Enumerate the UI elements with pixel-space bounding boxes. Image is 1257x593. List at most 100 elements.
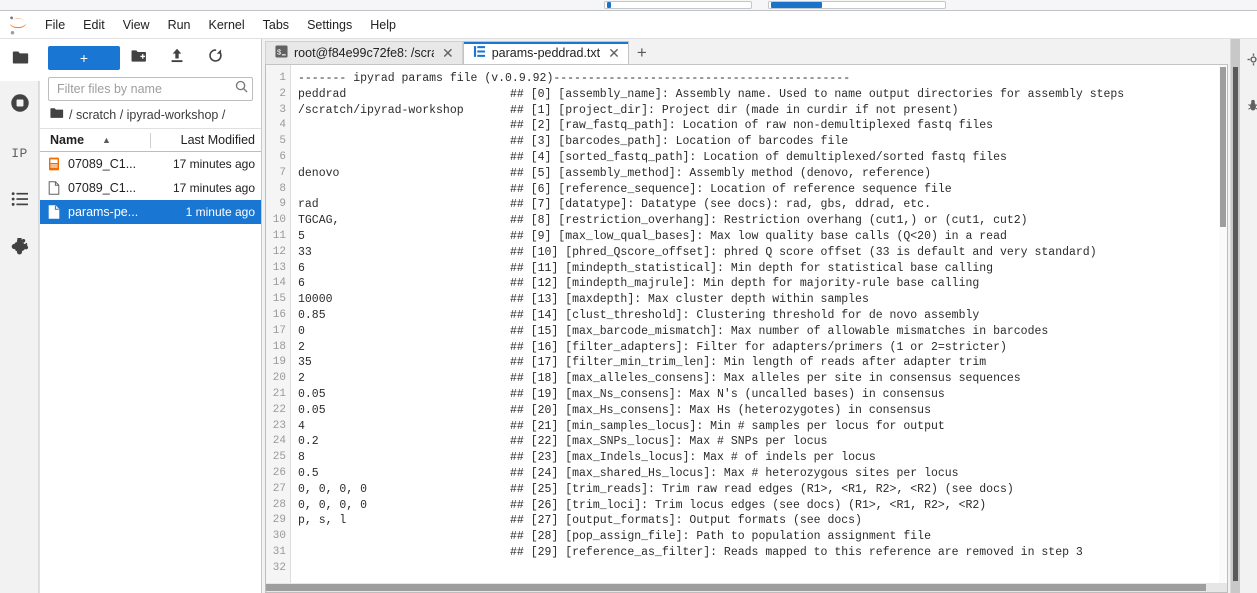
code-line[interactable]: ## [3] [barcodes_path]: Location of barc… [298,134,1227,150]
param-value: 0.05 [298,403,326,417]
param-comment: ## [7] [datatype]: Datatype (see docs): … [510,198,931,212]
file-name: 07089_C1... [68,157,137,171]
menu-kernel[interactable]: Kernel [200,13,254,37]
code-line[interactable]: p, s, l ## [27] [output_formats]: Output … [298,513,1227,529]
tab-text-editor[interactable]: params-peddrad.txt ✕ [462,41,629,64]
code-line[interactable]: TGCAG, ## [8] [restriction_overhang]: Res… [298,213,1227,229]
code-line[interactable]: 8 ## [23] [max_Indels_locus]: Max # of in… [298,450,1227,466]
param-value: 0.2 [298,435,319,449]
svg-text:$: $ [277,49,282,57]
param-value: 4 [298,419,305,433]
sidebar-item-extension-manager[interactable] [0,225,39,273]
search-input[interactable] [55,81,246,97]
code-line[interactable]: peddrad ## [0] [assembly_name]: Assembly … [298,87,1227,103]
param-comment: ## [8] [restriction_overhang]: Restricti… [510,214,1028,228]
menu-help[interactable]: Help [361,13,405,37]
menu-run[interactable]: Run [159,13,200,37]
param-comment: ## [0] [assembly_name]: Assembly name. U… [510,87,1125,101]
param-value: 0.5 [298,466,319,480]
param-comment: ## [11] [mindepth_statistical]: Min dept… [510,261,994,275]
editor-horizontal-scrollbar[interactable] [266,583,1227,592]
code-line[interactable]: ## [4] [sorted_fastq_path]: Location of … [298,150,1227,166]
list-item-selected[interactable]: params-pe... 1 minute ago [40,200,261,224]
line-number: 5 [279,135,286,148]
code-line[interactable]: 4 ## [21] [min_samples_locus]: Min # samp… [298,419,1227,435]
close-icon[interactable]: ✕ [606,46,622,60]
column-header-last-modified[interactable]: Last Modified [157,133,255,147]
line-number: 28 [272,498,286,511]
code-line[interactable]: ## [29] [reference_as_filter]: Reads map… [298,545,1227,561]
param-comment: ## [19] [max_Ns_consens]: Max N's (uncal… [510,387,945,401]
breadcrumb[interactable]: / scratch / ipyrad-workshop / [40,101,261,129]
upload-button[interactable] [158,45,196,71]
sidebar-item-table-of-contents[interactable] [0,177,39,225]
code-line[interactable]: 10000 ## [13] [maxdepth]: Max cluster dep… [298,292,1227,308]
new-tab-button[interactable]: + [629,41,655,64]
tab-terminal[interactable]: $ root@f84e99c72fe8: /scratch ✕ [265,41,463,64]
code-line[interactable]: 6 ## [11] [mindepth_statistical]: Min dep… [298,261,1227,277]
code-line[interactable]: 0.05 ## [19] [max_Ns_consens]: Max N's (u… [298,387,1227,403]
list-item[interactable]: 07089_C1... 17 minutes ago [40,152,261,176]
line-number: 12 [272,245,286,258]
sidebar-item-ipyrad[interactable]: IP [0,129,39,177]
list-item[interactable]: 07089_C1... 17 minutes ago [40,176,261,200]
sidebar-item-file-browser[interactable] [0,39,40,81]
code-line[interactable]: /scratch/ipyrad-workshop ## [1] [project_… [298,103,1227,119]
browser-widget-2-fill [771,2,822,8]
editor-content[interactable]: ------- ipyrad params file (v.0.9.92)---… [291,65,1227,592]
sort-ascending-icon: ▲ [102,135,111,145]
code-line[interactable]: ------- ipyrad params file (v.0.9.92)---… [298,71,1227,87]
param-comment: ## [26] [trim_loci]: Trim locus edges (s… [510,498,987,512]
sidebar-item-debugger[interactable] [1240,85,1257,131]
new-folder-button[interactable] [120,45,158,71]
code-line[interactable]: 2 ## [16] [filter_adapters]: Filter for a… [298,340,1227,356]
param-comment: ## [1] [project_dir]: Project dir (made … [510,103,959,117]
code-line[interactable]: ## [2] [raw_fastq_path]: Location of raw… [298,118,1227,134]
line-number: 11 [272,229,286,242]
code-line[interactable]: denovo ## [5] [assembly_method]: Assembly… [298,166,1227,182]
code-line[interactable]: 0, 0, 0, 0 ## [26] [trim_loci]: Trim locu… [298,498,1227,514]
file-filter-box[interactable] [48,77,253,101]
scrollbar-thumb[interactable] [1220,67,1226,227]
code-line[interactable]: 0 ## [15] [max_barcode_mismatch]: Max num… [298,324,1227,340]
text-editor[interactable]: 1 2 3 4 5 6 7 8 9 10 11 12 13 14 15 16 17 18 19 20 21 22 23 24 2… [265,64,1228,593]
menu-settings[interactable]: Settings [298,13,361,37]
code-line[interactable]: 6 ## [12] [mindepth_majrule]: Min depth f… [298,276,1227,292]
code-line[interactable]: 0.5 ## [24] [max_shared_Hs_locus]: Max # … [298,466,1227,482]
code-line[interactable]: rad ## [7] [datatype]: Datatype (see docs… [298,197,1227,213]
editor-vertical-scrollbar[interactable] [1219,65,1227,592]
line-number: 22 [272,403,286,416]
line-number: 16 [272,308,286,321]
menu-edit[interactable]: Edit [74,13,114,37]
close-icon[interactable]: ✕ [440,46,456,60]
code-line[interactable]: 0, 0, 0, 0 ## [25] [trim_reads]: Trim raw… [298,482,1227,498]
left-activity-bar: IP [0,39,40,593]
browser-widget-1 [604,1,752,9]
code-line[interactable]: 33 ## [10] [phred_Qscore_offset]: phred Q… [298,245,1227,261]
param-comment: ## [9] [max_low_qual_bases]: Max low qua… [510,229,1007,243]
code-line[interactable] [298,561,1227,577]
code-line[interactable]: 35 ## [17] [filter_min_trim_len]: Min len… [298,355,1227,371]
code-line[interactable]: 5 ## [9] [max_low_qual_bases]: Max low qu… [298,229,1227,245]
sidebar-item-running-terminals[interactable] [0,81,39,129]
new-launcher-button[interactable]: + [48,46,120,70]
scrollbar-thumb[interactable] [266,584,1206,591]
code-line[interactable]: ## [6] [reference_sequence]: Location of… [298,182,1227,198]
param-comment: ## [5] [assembly_method]: Assembly metho… [510,166,931,180]
sidebar-item-property-inspector[interactable] [1240,39,1257,85]
code-line[interactable]: 0.85 ## [14] [clust_threshold]: Clusterin… [298,308,1227,324]
menu-tabs[interactable]: Tabs [254,13,298,37]
code-line[interactable]: 2 ## [18] [max_alleles_consens]: Max alle… [298,371,1227,387]
column-header-name[interactable]: Name ▲ [50,133,150,147]
code-line[interactable]: 0.05 ## [20] [max_Hs_consens]: Max Hs (he… [298,403,1227,419]
breadcrumb-path[interactable]: / scratch / ipyrad-workshop / [69,108,225,122]
code-line[interactable]: 0.2 ## [22] [max_SNPs_locus]: Max # SNPs … [298,434,1227,450]
code-line[interactable]: ## [28] [pop_assign_file]: Path to popul… [298,529,1227,545]
menu-file[interactable]: File [36,13,74,37]
running-terminals-icon [10,93,30,118]
refresh-button[interactable] [196,45,234,71]
menu-view[interactable]: View [114,13,159,37]
file-icon [48,204,62,220]
line-number: 30 [272,530,286,543]
file-browser-toolbar: + [40,39,261,77]
